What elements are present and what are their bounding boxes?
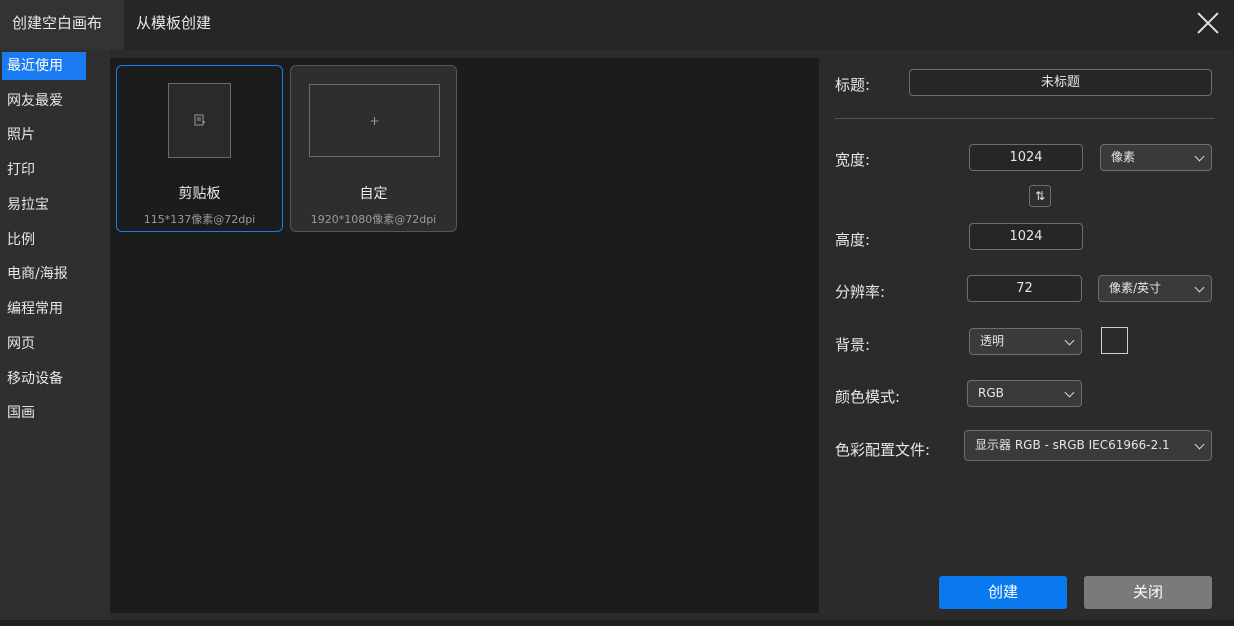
sidebar-item-programming[interactable]: 编程常用 (2, 295, 86, 323)
sidebar-item-favorites[interactable]: 网友最爱 (2, 87, 86, 115)
template-size: 1920*1080像素@72dpi (310, 213, 437, 226)
template-card-custom[interactable]: + 自定 1920*1080像素@72dpi (290, 65, 457, 232)
chevron-down-icon (1064, 335, 1075, 346)
color-profile-select[interactable]: 显示器 RGB - sRGB IEC61966-2.1 (964, 430, 1212, 461)
background-color-swatch[interactable] (1101, 327, 1128, 354)
chevron-down-icon (1064, 387, 1075, 398)
template-card-clipboard[interactable]: 剪贴板 115*137像素@72dpi (116, 65, 283, 232)
tab-blank-canvas[interactable]: 创建空白画布 (0, 0, 124, 50)
template-size: 115*137像素@72dpi (143, 213, 256, 226)
template-grid: 剪贴板 115*137像素@72dpi + 自定 1920*1080像素@72d… (110, 58, 819, 613)
tab-from-template[interactable]: 从模板创建 (124, 0, 248, 50)
color-profile-value: 显示器 RGB - sRGB IEC61966-2.1 (975, 438, 1170, 452)
height-label: 高度: (835, 231, 871, 249)
bottom-border (0, 620, 1234, 626)
sidebar-item-print[interactable]: 打印 (2, 156, 86, 184)
resolution-unit-value: 像素/英寸 (1109, 281, 1162, 295)
close-icon[interactable] (1196, 11, 1220, 35)
width-input[interactable]: 1024 (969, 144, 1083, 171)
title-label: 标题: (835, 76, 871, 94)
divider (835, 118, 1215, 119)
sidebar-item-mobile[interactable]: 移动设备 (2, 365, 86, 393)
chevron-down-icon (1194, 282, 1205, 293)
template-name: 剪贴板 (178, 186, 221, 202)
sidebar-item-ecommerce-poster[interactable]: 电商/海报 (2, 260, 86, 288)
height-input[interactable]: 1024 (969, 223, 1083, 250)
resolution-label: 分辨率: (835, 283, 886, 301)
background-value: 透明 (980, 334, 1005, 348)
color-mode-select[interactable]: RGB (967, 380, 1082, 407)
chevron-down-icon (1194, 151, 1205, 162)
color-mode-value: RGB (978, 386, 1004, 400)
close-button[interactable]: 关闭 (1084, 576, 1212, 609)
color-mode-label: 颜色模式: (835, 388, 901, 406)
template-thumbnail (168, 83, 231, 158)
dialog-header: 创建空白画布 从模板创建 (0, 0, 1234, 50)
create-button[interactable]: 创建 (939, 576, 1067, 609)
template-name: 自定 (359, 186, 388, 202)
background-label: 背景: (835, 336, 871, 354)
settings-panel: 标题: 未标题 宽度: 1024 像素 ⇅ 高度: 1024 分辨率: 72 像… (819, 50, 1234, 626)
width-unit-value: 像素 (1111, 150, 1136, 164)
sidebar-item-chinese-painting[interactable]: 国画 (2, 399, 86, 427)
background-select[interactable]: 透明 (969, 328, 1082, 355)
swap-dimensions-icon[interactable]: ⇅ (1029, 185, 1051, 207)
clipboard-icon (194, 114, 206, 128)
new-canvas-dialog: 创建空白画布 从模板创建 最近使用 网友最爱 照片 打印 易拉宝 比例 电商/海… (0, 0, 1234, 626)
title-input[interactable]: 未标题 (909, 69, 1212, 96)
color-profile-label: 色彩配置文件: (835, 441, 931, 459)
width-unit-select[interactable]: 像素 (1100, 144, 1212, 171)
sidebar-item-rollup-banner[interactable]: 易拉宝 (2, 191, 86, 219)
sidebar-item-ratio[interactable]: 比例 (2, 226, 86, 254)
chevron-down-icon (1194, 439, 1205, 450)
template-thumbnail: + (309, 84, 440, 157)
plus-icon: + (369, 113, 380, 128)
resolution-input[interactable]: 72 (967, 275, 1082, 302)
width-label: 宽度: (835, 151, 871, 169)
sidebar-item-photo[interactable]: 照片 (2, 121, 86, 149)
sidebar-item-recent[interactable]: 最近使用 (2, 52, 86, 80)
resolution-unit-select[interactable]: 像素/英寸 (1098, 275, 1212, 302)
sidebar-item-web[interactable]: 网页 (2, 330, 86, 358)
category-sidebar: 最近使用 网友最爱 照片 打印 易拉宝 比例 电商/海报 编程常用 网页 移动设… (0, 50, 110, 626)
